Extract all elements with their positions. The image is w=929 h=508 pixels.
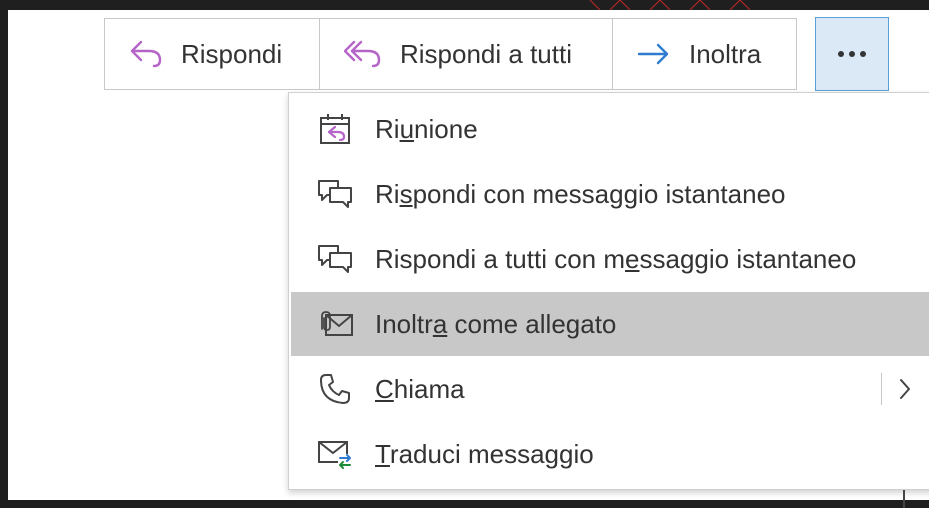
menu-item-forward-attachment[interactable]: Inoltra come allegato: [291, 292, 929, 356]
decorative-lines: [589, 0, 751, 10]
window-frame-bottom: [0, 500, 929, 508]
reply-all-button[interactable]: Rispondi a tutti: [319, 19, 612, 89]
reply-all-icon: [344, 40, 381, 68]
menu-item-meeting[interactable]: Riunione: [291, 97, 929, 161]
meeting-calendar-icon: [315, 111, 355, 147]
phone-icon: [315, 371, 355, 407]
forward-label: Inoltra: [689, 38, 762, 69]
forward-attachment-icon: [315, 306, 355, 342]
more-actions-button[interactable]: [815, 17, 889, 91]
menu-item-label: Inoltra come allegato: [375, 308, 617, 339]
instant-message-icon: [315, 176, 355, 212]
chevron-right-icon: [900, 379, 910, 399]
window-frame-top: [0, 0, 929, 10]
menu-item-call[interactable]: Chiama: [291, 357, 929, 421]
menu-item-reply-im[interactable]: Rispondi con messaggio istantaneo: [291, 162, 929, 226]
menu-item-label: Chiama: [375, 373, 465, 404]
reply-all-label: Rispondi a tutti: [400, 38, 572, 69]
instant-message-icon: [315, 241, 355, 277]
menu-item-label: Rispondi con messaggio istantaneo: [375, 178, 786, 209]
menu-item-label: Traduci messaggio: [375, 438, 594, 469]
forward-button[interactable]: Inoltra: [612, 19, 796, 89]
menu-item-translate[interactable]: Traduci messaggio: [291, 422, 929, 486]
reply-button[interactable]: Rispondi: [105, 19, 319, 89]
more-actions-menu: Riunione Rispondi con messaggio istantan…: [288, 92, 929, 490]
more-dots-icon: [838, 51, 866, 57]
translate-message-icon: [315, 436, 355, 472]
text-cursor: [903, 490, 905, 508]
menu-item-reply-all-im[interactable]: Rispondi a tutti con messaggio istantane…: [291, 227, 929, 291]
response-toolbar: Rispondi Rispondi a tutti Inoltra: [104, 18, 797, 90]
submenu-divider: [881, 373, 882, 405]
reply-icon: [130, 40, 162, 68]
menu-item-label: Riunione: [375, 113, 478, 144]
reply-label: Rispondi: [181, 38, 283, 69]
forward-arrow-icon: [637, 43, 669, 65]
menu-item-label: Rispondi a tutti con messaggio istantane…: [375, 243, 857, 274]
